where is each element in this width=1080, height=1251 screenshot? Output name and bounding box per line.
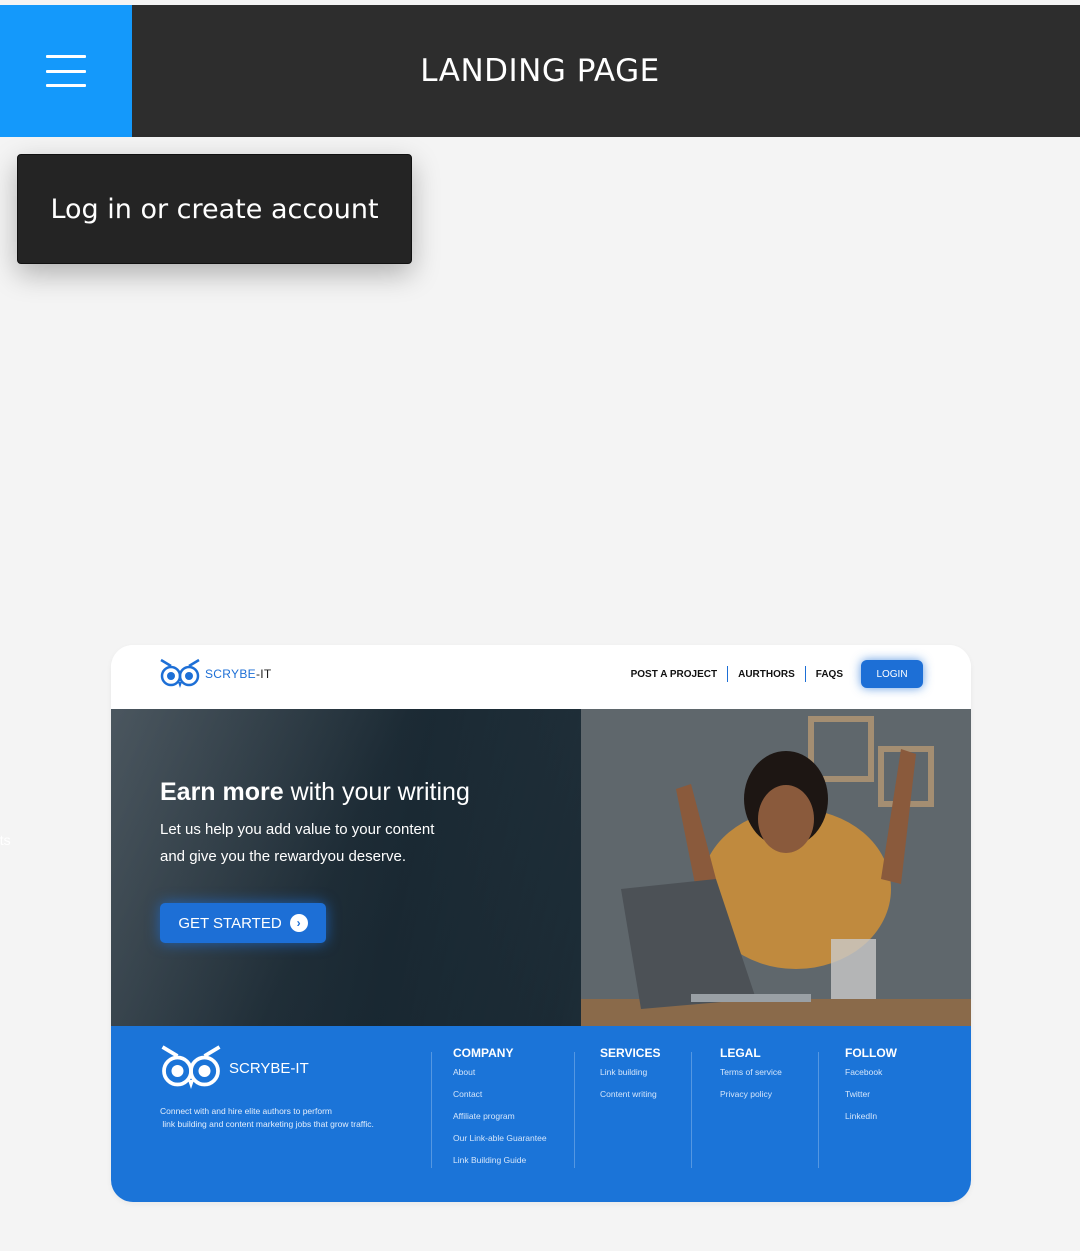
nav-faqs[interactable]: FAQS [806, 669, 853, 680]
preview-brand[interactable]: SCRYBE-IT [159, 658, 272, 690]
hero-photo [581, 709, 971, 1026]
footer-link[interactable]: Facebook [845, 1066, 897, 1088]
login-or-create-account-button[interactable]: Log in or create account [17, 154, 412, 264]
footer-link[interactable]: Link Building Guide [453, 1154, 547, 1176]
preview-nav-links: POST A PROJECT AURTHORS FAQS LOGIN [621, 659, 923, 689]
owl-logo-icon [161, 1045, 221, 1089]
footer-link[interactable]: Content writing [600, 1088, 660, 1110]
footer-description: Connect with and hire elite authors to p… [160, 1105, 430, 1131]
nav-post-project[interactable]: POST A PROJECT [621, 669, 728, 680]
footer-link[interactable]: Twitter [845, 1088, 897, 1110]
app-bar: LANDING PAGE [0, 5, 1080, 137]
footer-brand[interactable]: SCRYBE-IT [159, 1044, 309, 1092]
brand-name-suffix: -IT [255, 667, 272, 681]
footer-divider [691, 1052, 692, 1168]
get-started-button[interactable]: GET STARTED › [160, 903, 326, 943]
hero-title-rest: with your writing [283, 778, 470, 806]
footer-heading: COMPANY [453, 1046, 514, 1060]
hero-title: Earn more with your writing [160, 778, 470, 807]
footer-description-line-1: Connect with and hire elite authors to p… [160, 1106, 332, 1116]
preview-navbar: SCRYBE-IT POST A PROJECT AURTHORS FAQS L… [111, 645, 971, 709]
footer-column-company: COMPANY About Contact Affiliate program … [453, 1046, 547, 1176]
hero-subtitle-line-2: and give you the rewardyou deserve. [160, 848, 406, 865]
footer-link[interactable]: Terms of service [720, 1066, 782, 1088]
preview-hero: Earn more with your writing Let us help … [111, 709, 971, 1026]
footer-column-legal: LEGAL Terms of service Privacy policy [720, 1046, 782, 1110]
clipped-edge-text: nts [0, 832, 11, 848]
nav-authors[interactable]: AURTHORS [728, 669, 805, 680]
preview-footer: SCRYBE-IT Connect with and hire elite au… [111, 1026, 971, 1202]
owl-logo-icon [160, 658, 200, 688]
footer-heading: SERVICES [600, 1046, 661, 1060]
footer-divider [818, 1052, 819, 1168]
footer-link[interactable]: Our Link-able Guarantee [453, 1132, 547, 1154]
chevron-right-circle-icon: › [289, 914, 308, 932]
footer-link[interactable]: Privacy policy [720, 1088, 782, 1110]
footer-heading: FOLLOW [845, 1046, 897, 1060]
footer-link[interactable]: LinkedIn [845, 1110, 897, 1132]
footer-link[interactable]: About [453, 1066, 547, 1088]
footer-divider [574, 1052, 575, 1168]
footer-link[interactable]: Link building [600, 1066, 660, 1088]
footer-brand-name: SCRYBE-IT [229, 1059, 309, 1077]
footer-link[interactable]: Contact [453, 1088, 547, 1110]
footer-heading: LEGAL [720, 1046, 761, 1060]
landing-page-preview: SCRYBE-IT POST A PROJECT AURTHORS FAQS L… [111, 645, 971, 1202]
page-title: LANDING PAGE [420, 53, 660, 89]
footer-column-services: SERVICES Link building Content writing [600, 1046, 660, 1110]
hero-subtitle-line-1: Let us help you add value to your conten… [160, 821, 435, 838]
hero-title-bold: Earn more [160, 778, 284, 806]
nav-login-button[interactable]: LOGIN [861, 660, 923, 688]
footer-description-line-2: link building and content marketing jobs… [160, 1119, 374, 1129]
footer-divider [431, 1052, 432, 1168]
get-started-label: GET STARTED [178, 914, 282, 932]
brand-name-prefix: SCRYBE [205, 667, 256, 681]
footer-column-follow: FOLLOW Facebook Twitter LinkedIn [845, 1046, 897, 1132]
footer-link[interactable]: Affiliate program [453, 1110, 547, 1132]
hero-subtitle: Let us help you add value to your conten… [160, 816, 490, 870]
